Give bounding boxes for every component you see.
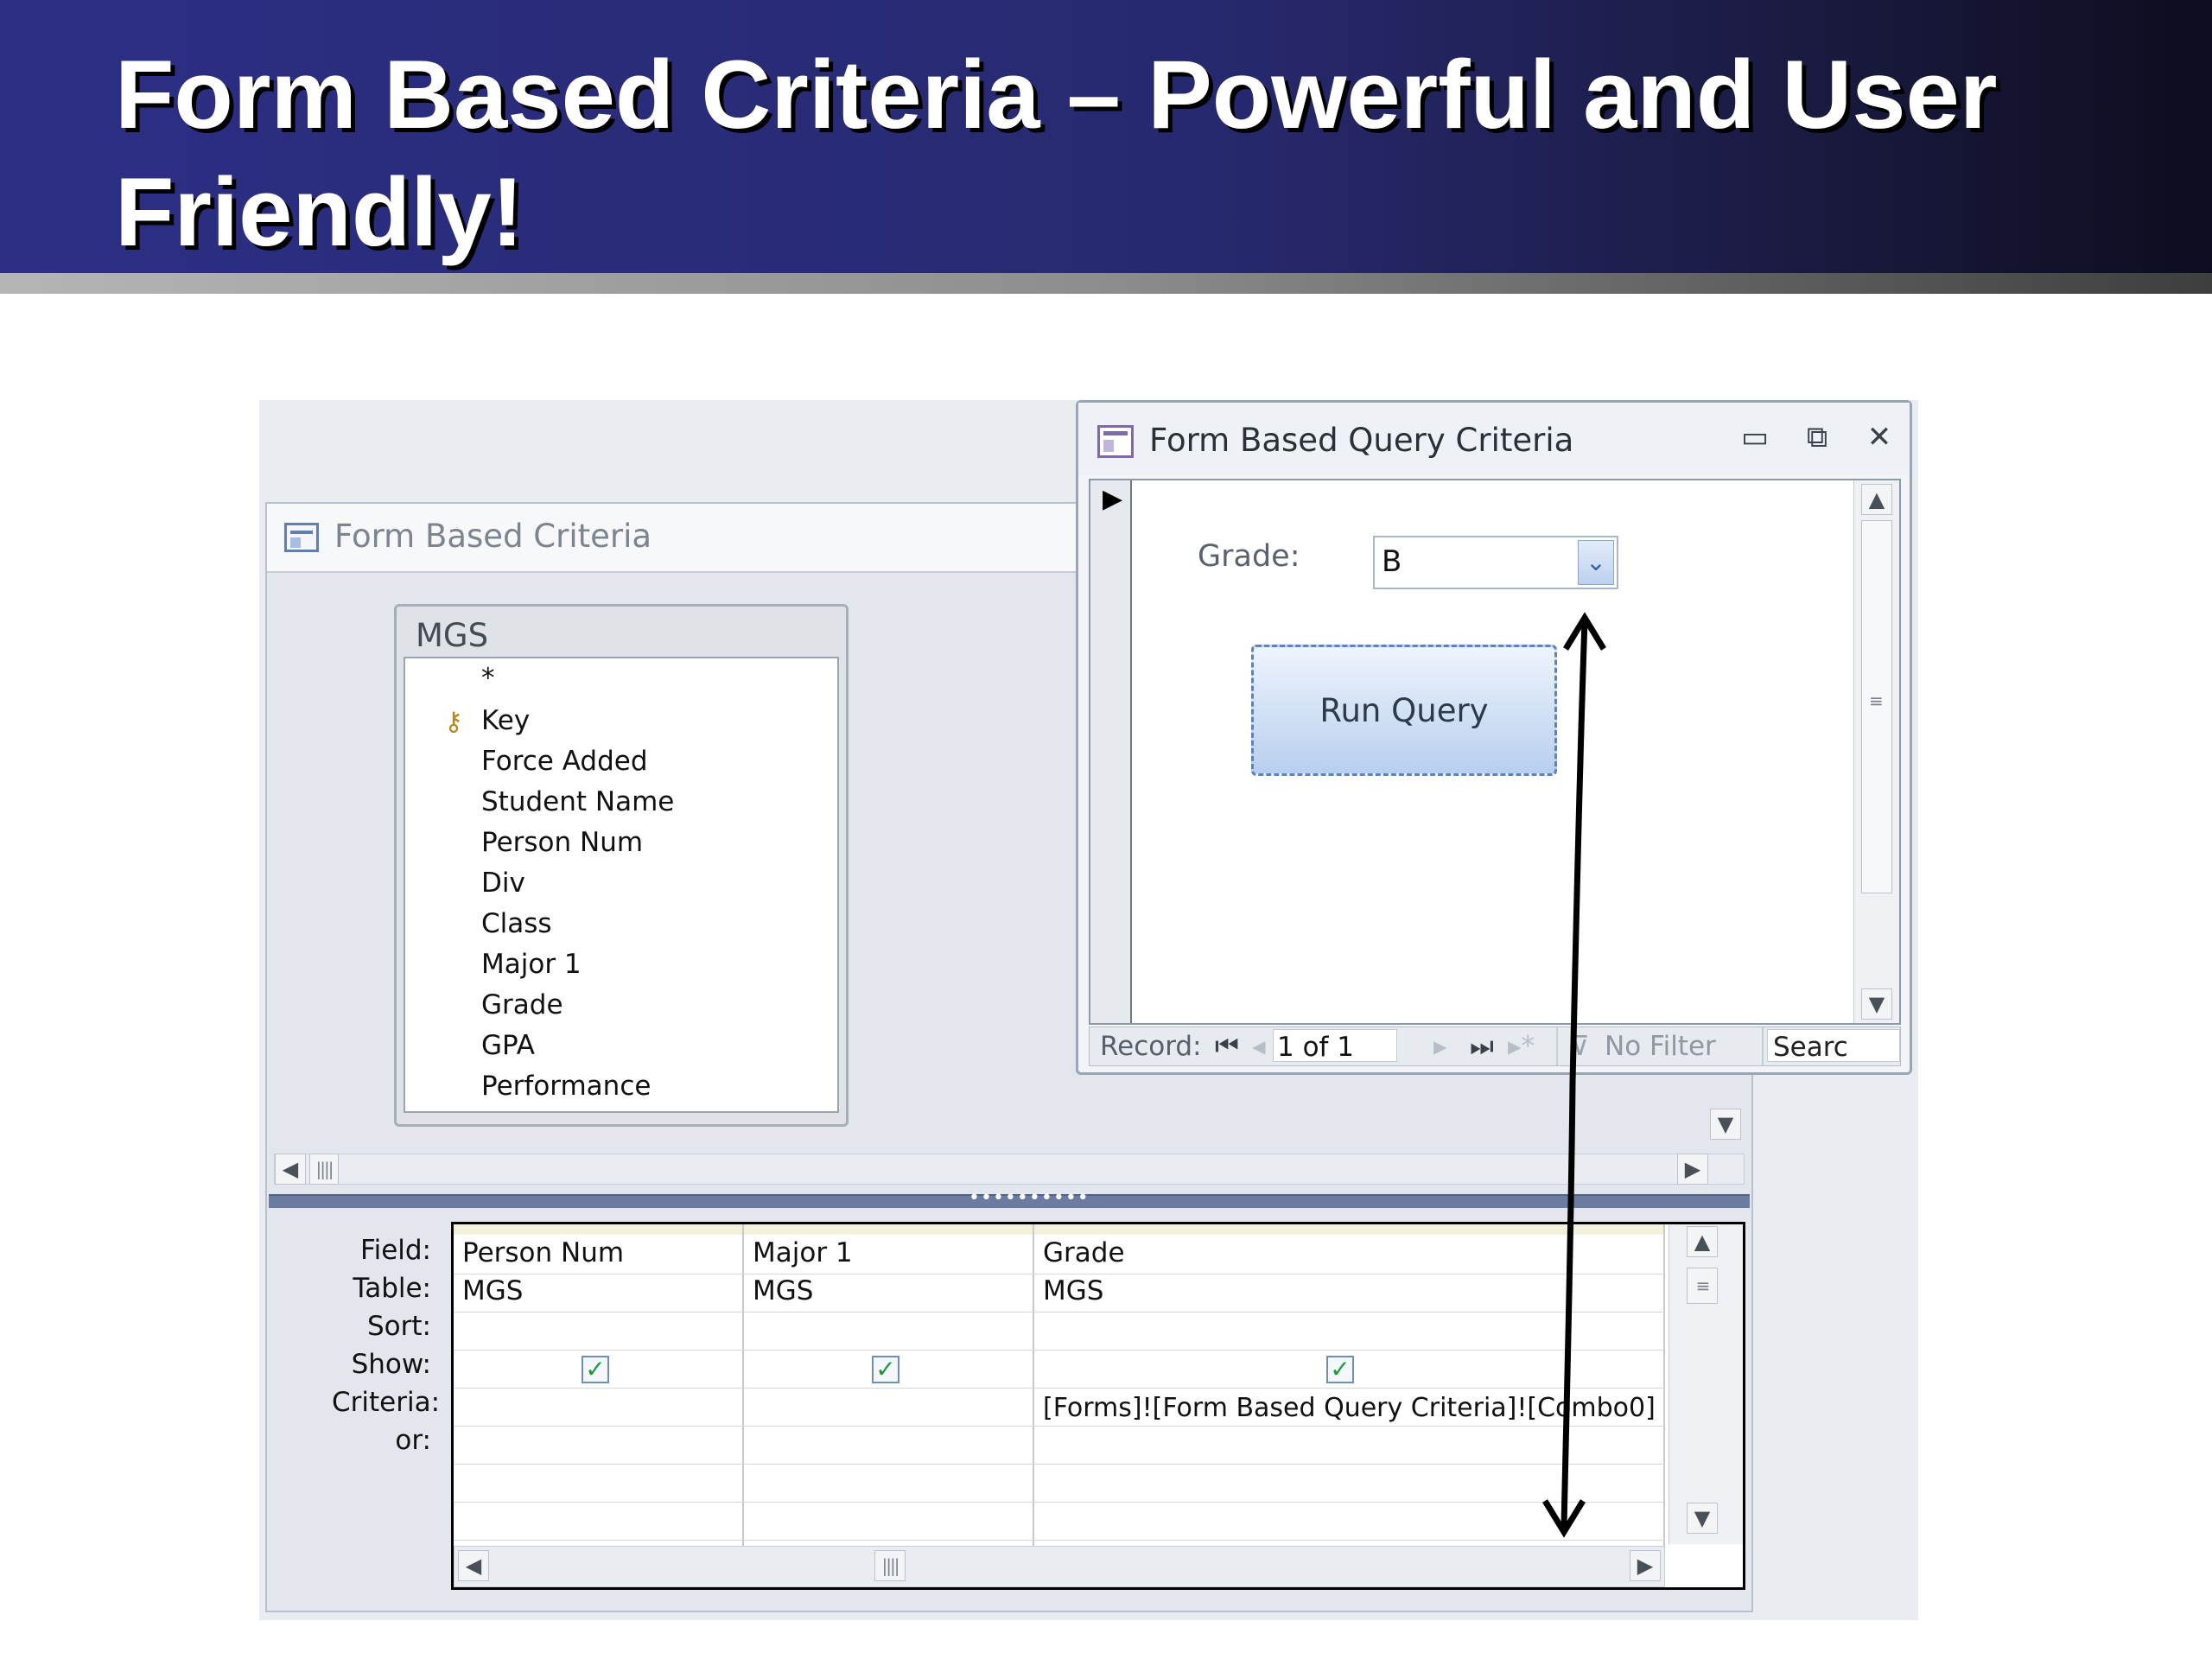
annotation-arrow-line bbox=[1560, 620, 1588, 1528]
access-screenshot: Form Based Criteria MGS * ⚷ Key Force Ad… bbox=[259, 400, 1918, 1620]
annotation-arrow bbox=[1542, 612, 1606, 1538]
slide-title: Form Based Criteria – Powerful and User … bbox=[115, 41, 1998, 266]
title-banner-strip bbox=[0, 273, 2212, 294]
